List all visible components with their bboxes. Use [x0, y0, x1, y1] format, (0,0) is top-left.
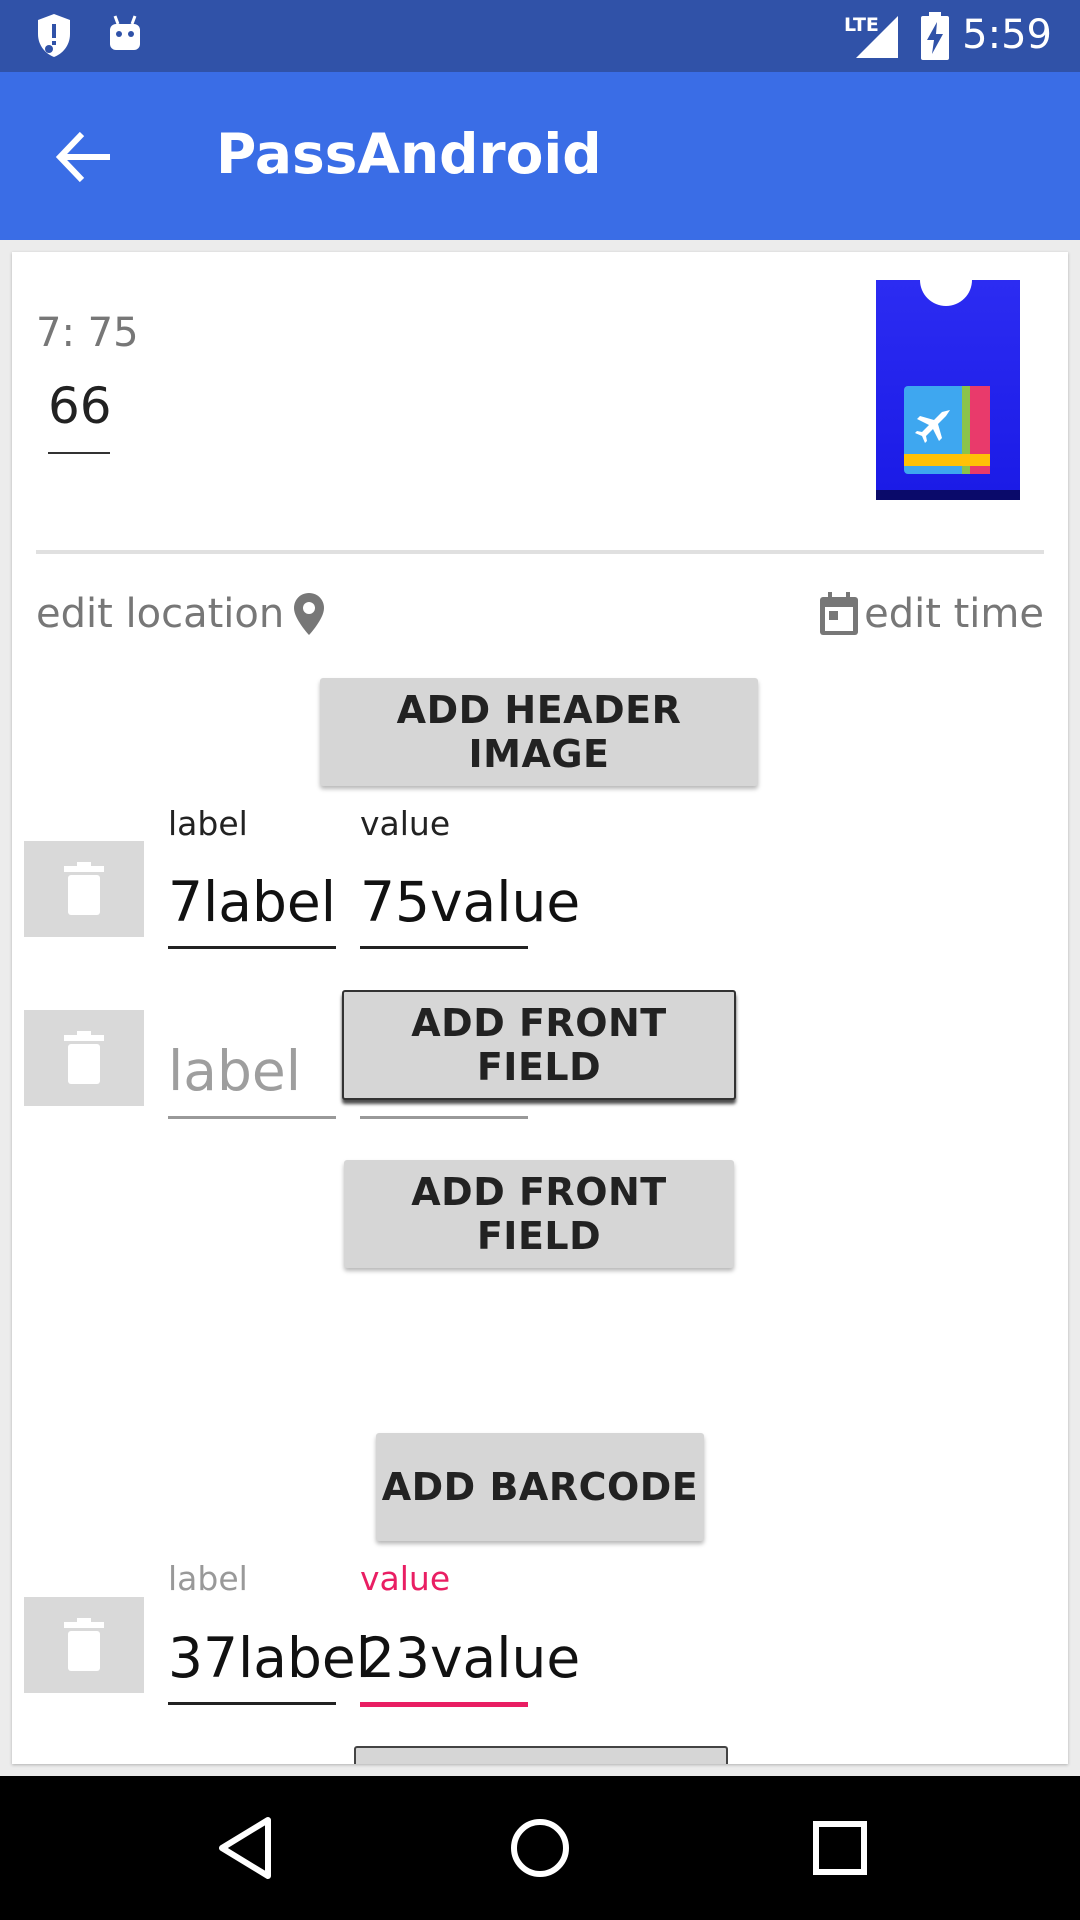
signal-icon	[856, 16, 898, 58]
header-divider	[36, 550, 1044, 554]
edit-location-label: edit location	[36, 591, 285, 637]
android-icon	[110, 15, 140, 50]
arrow-back-icon[interactable]	[50, 122, 120, 192]
calendar-icon	[820, 592, 859, 635]
trash-icon	[64, 1031, 104, 1084]
header-value-underline	[48, 452, 110, 454]
field-label-input[interactable]: label	[168, 1039, 301, 1103]
edit-time-label: edit time	[864, 591, 1044, 637]
pass-thumbnail[interactable]	[876, 280, 1020, 500]
add-header-image-button[interactable]: ADD HEADER IMAGE	[320, 678, 758, 786]
navigation-bar	[0, 1776, 1080, 1920]
trash-icon	[64, 862, 104, 915]
back-nav-icon[interactable]	[210, 1812, 282, 1884]
add-front-field-drag-ghost[interactable]: ADD FRONT FIELD	[342, 990, 736, 1100]
partial-button[interactable]	[354, 1746, 728, 1764]
field-label-underline	[168, 1702, 336, 1705]
field-value-underline	[360, 1116, 528, 1119]
shield-alert-icon	[38, 14, 70, 57]
recents-nav-icon[interactable]	[804, 1812, 876, 1884]
field-value-caption: value	[360, 1559, 451, 1598]
field-value-input[interactable]: 23value	[360, 1626, 580, 1690]
pass-edit-card: 7: 75 66 edit location edit time ADD HEA…	[12, 252, 1068, 1764]
app-title: PassAndroid	[216, 122, 602, 186]
battery-charging-icon	[921, 12, 949, 60]
delete-field-button[interactable]	[24, 1597, 144, 1693]
header-field-value[interactable]: 66	[48, 377, 112, 435]
delete-field-button[interactable]	[24, 841, 144, 937]
field-label-caption: label	[168, 804, 248, 843]
home-nav-icon[interactable]	[504, 1812, 576, 1884]
airplane-icon	[915, 410, 950, 443]
add-barcode-button[interactable]: ADD BARCODE	[376, 1433, 704, 1541]
location-pin-icon	[294, 593, 325, 635]
field-label-input[interactable]: 7label	[168, 870, 336, 934]
field-label-input[interactable]: 37label	[168, 1626, 371, 1690]
field-label-underline	[168, 1116, 336, 1119]
edit-time-link[interactable]: edit time	[818, 586, 1044, 642]
status-bar: LTE 5:59	[0, 0, 1080, 72]
field-value-caption: value	[360, 804, 451, 843]
field-value-input[interactable]: 75value	[360, 870, 580, 934]
edit-location-link[interactable]: edit location	[36, 586, 326, 642]
trash-icon	[64, 1618, 104, 1671]
header-field-label: 7: 75	[36, 310, 139, 356]
clock: 5:59	[962, 12, 1052, 58]
app-bar: PassAndroid	[0, 72, 1080, 240]
field-label-caption: label	[168, 1559, 248, 1598]
field-label-underline	[168, 946, 336, 949]
field-value-underline	[360, 1702, 528, 1707]
add-front-field-button[interactable]: ADD FRONT FIELD	[344, 1160, 734, 1268]
field-value-underline	[360, 946, 528, 949]
delete-field-button[interactable]	[24, 1010, 144, 1106]
